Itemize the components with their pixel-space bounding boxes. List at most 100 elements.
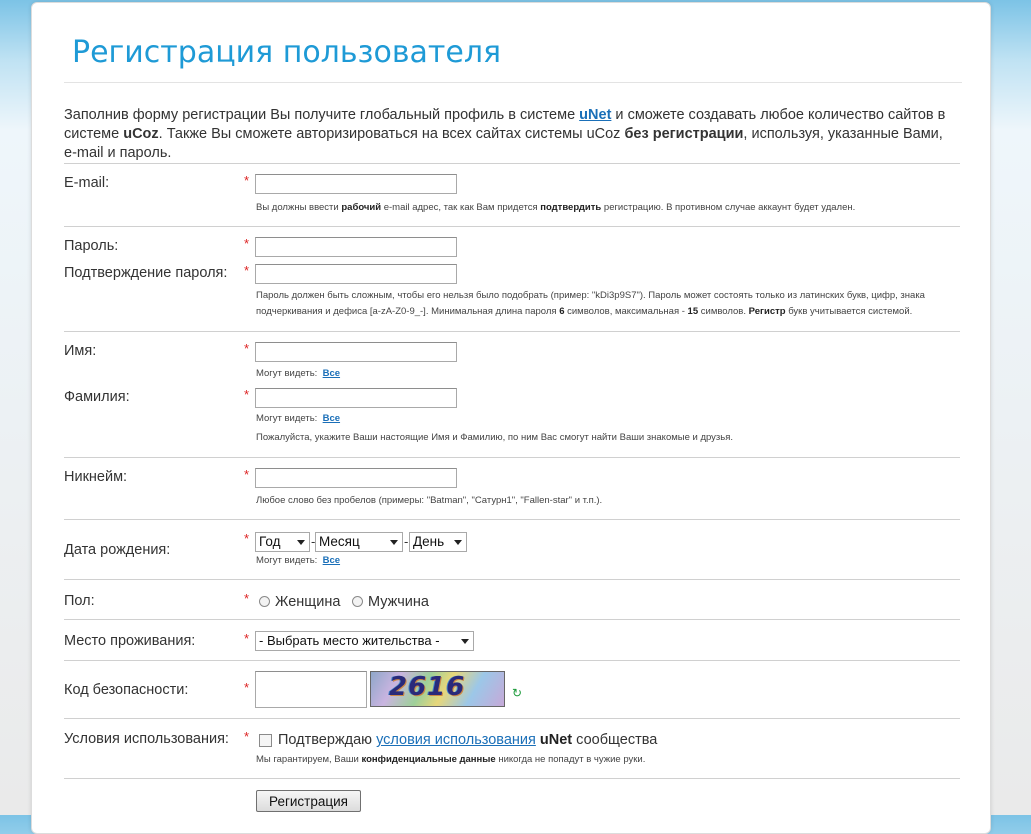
divider xyxy=(64,331,960,332)
email-hint: Вы должны ввести рабочий e-mail адрес, т… xyxy=(256,200,855,216)
first-name-label: Имя: xyxy=(64,343,97,359)
hint-part: Вы должны ввести xyxy=(256,202,342,213)
intro-no-registration: без регистрации xyxy=(624,126,744,142)
residence-value: - Выбрать место жительства - xyxy=(259,633,440,648)
intro-ucoz: uCoz xyxy=(123,126,159,142)
email-field[interactable] xyxy=(255,174,457,194)
divider xyxy=(64,457,960,458)
required-mark: * xyxy=(244,341,250,356)
chevron-down-icon xyxy=(461,639,469,644)
divider xyxy=(64,579,960,580)
hint-bold: подтвердить xyxy=(540,202,602,213)
terms-unet: uNet xyxy=(539,732,573,748)
gender-label: Пол: xyxy=(64,593,95,609)
required-mark: * xyxy=(244,591,250,606)
visibility-label: Могут видеть: xyxy=(256,413,318,424)
residence-label: Место проживания: xyxy=(64,633,196,649)
divider xyxy=(64,619,960,620)
required-mark: * xyxy=(244,631,250,646)
captcha-image: 2616 xyxy=(370,671,505,707)
hint-bold: 15 xyxy=(687,306,699,317)
birthdate-visibility: Могут видеть: Все xyxy=(256,553,340,569)
password-hint-line1: Пароль должен быть сложным, чтобы его не… xyxy=(256,290,925,301)
nickname-hint: Любое слово без пробелов (примеры: "Batm… xyxy=(256,495,603,506)
hint-part: подчеркивания и дефиса [a-zA-Z0-9_-]. Ми… xyxy=(256,306,560,317)
last-name-visibility-link[interactable]: Все xyxy=(323,413,340,424)
required-mark: * xyxy=(244,680,250,695)
divider xyxy=(64,519,960,520)
hint-part: регистрацию. В противном случае аккаунт … xyxy=(601,202,856,213)
unet-link[interactable]: uNet xyxy=(579,107,611,123)
last-name-field[interactable] xyxy=(255,388,457,408)
intro-text: Заполнив форму регистрации Вы получите г… xyxy=(64,106,954,163)
password-confirm-label: Подтверждение пароля: xyxy=(64,265,228,281)
name-hint: Пожалуйста, укажите Ваши настоящие Имя и… xyxy=(256,432,734,443)
visibility-label: Могут видеть: xyxy=(256,368,318,379)
visibility-label: Могут видеть: xyxy=(256,555,318,566)
password-confirm-field[interactable] xyxy=(255,264,457,284)
captcha-field[interactable] xyxy=(255,671,367,708)
birthdate-visibility-link[interactable]: Все xyxy=(323,555,340,566)
required-mark: * xyxy=(244,531,250,546)
hint-part: букв учитывается системой. xyxy=(785,306,913,317)
required-mark: * xyxy=(244,263,250,278)
last-name-label: Фамилия: xyxy=(64,389,130,405)
hint-bold: Регистр xyxy=(748,306,786,317)
email-label: E-mail: xyxy=(64,175,110,191)
terms-checkbox[interactable] xyxy=(259,734,272,747)
first-name-visibility-link[interactable]: Все xyxy=(323,368,340,379)
required-mark: * xyxy=(244,387,250,402)
date-dash: - xyxy=(404,534,409,549)
password-label: Пароль: xyxy=(64,238,119,254)
terms-label: Условия использования: xyxy=(64,731,229,747)
divider xyxy=(64,226,960,227)
terms-part: Подтверждаю xyxy=(278,732,377,748)
chevron-down-icon xyxy=(454,540,462,545)
last-name-visibility: Могут видеть: Все xyxy=(256,411,340,427)
divider xyxy=(64,163,960,164)
gender-female-radio[interactable] xyxy=(259,596,270,607)
divider xyxy=(64,778,960,779)
chevron-down-icon xyxy=(390,540,398,545)
hint-part: Мы гарантируем, Ваши xyxy=(256,754,362,765)
birthdate-label: Дата рождения: xyxy=(64,542,171,558)
gender-female-label[interactable]: Женщина xyxy=(275,594,340,610)
intro-part: Заполнив форму регистрации Вы получите г… xyxy=(64,107,580,123)
hint-part: никогда не попадут в чужие руки. xyxy=(495,754,646,765)
first-name-field[interactable] xyxy=(255,342,457,362)
residence-select[interactable]: - Выбрать место жительства - xyxy=(255,631,474,651)
nickname-field[interactable] xyxy=(255,468,457,488)
hint-part: символов, максимальная - xyxy=(564,306,688,317)
password-field[interactable] xyxy=(255,237,457,257)
birth-year-select[interactable]: Год xyxy=(255,532,310,552)
required-mark: * xyxy=(244,173,250,188)
refresh-icon[interactable]: ↻ xyxy=(512,686,522,700)
nickname-label: Никнейм: xyxy=(64,469,128,485)
hint-bold: конфиденциальные данные xyxy=(361,754,496,765)
intro-part: . Также Вы сможете авторизироваться на в… xyxy=(158,126,625,142)
page-title: Регистрация пользователя xyxy=(72,35,502,70)
title-divider xyxy=(64,82,962,83)
birth-day-select[interactable]: День xyxy=(409,532,467,552)
required-mark: * xyxy=(244,467,250,482)
birth-month-select[interactable]: Месяц xyxy=(315,532,403,552)
registration-card: Регистрация пользователя Заполнив форму … xyxy=(31,2,991,834)
password-hint: Пароль должен быть сложным, чтобы его не… xyxy=(256,288,925,320)
register-button[interactable]: Регистрация xyxy=(256,790,361,812)
required-mark: * xyxy=(244,729,250,744)
hint-part: символов. xyxy=(698,306,749,317)
divider xyxy=(64,660,960,661)
captcha-label: Код безопасности: xyxy=(64,682,189,698)
birth-day-value: День xyxy=(413,534,445,549)
hint-bold: рабочий xyxy=(341,202,382,213)
terms-hint: Мы гарантируем, Ваши конфиденциальные да… xyxy=(256,752,645,768)
hint-part: e-mail адрес, так как Вам придется xyxy=(381,202,541,213)
captcha-image-text: 2616 xyxy=(389,672,466,702)
terms-text: Подтверждаю условия использования uNet с… xyxy=(278,732,657,748)
terms-link[interactable]: условия использования xyxy=(376,732,536,748)
gender-male-label[interactable]: Мужчина xyxy=(368,594,429,610)
first-name-visibility: Могут видеть: Все xyxy=(256,366,340,382)
required-mark: * xyxy=(244,236,250,251)
gender-male-radio[interactable] xyxy=(352,596,363,607)
terms-part: сообщества xyxy=(572,732,658,748)
